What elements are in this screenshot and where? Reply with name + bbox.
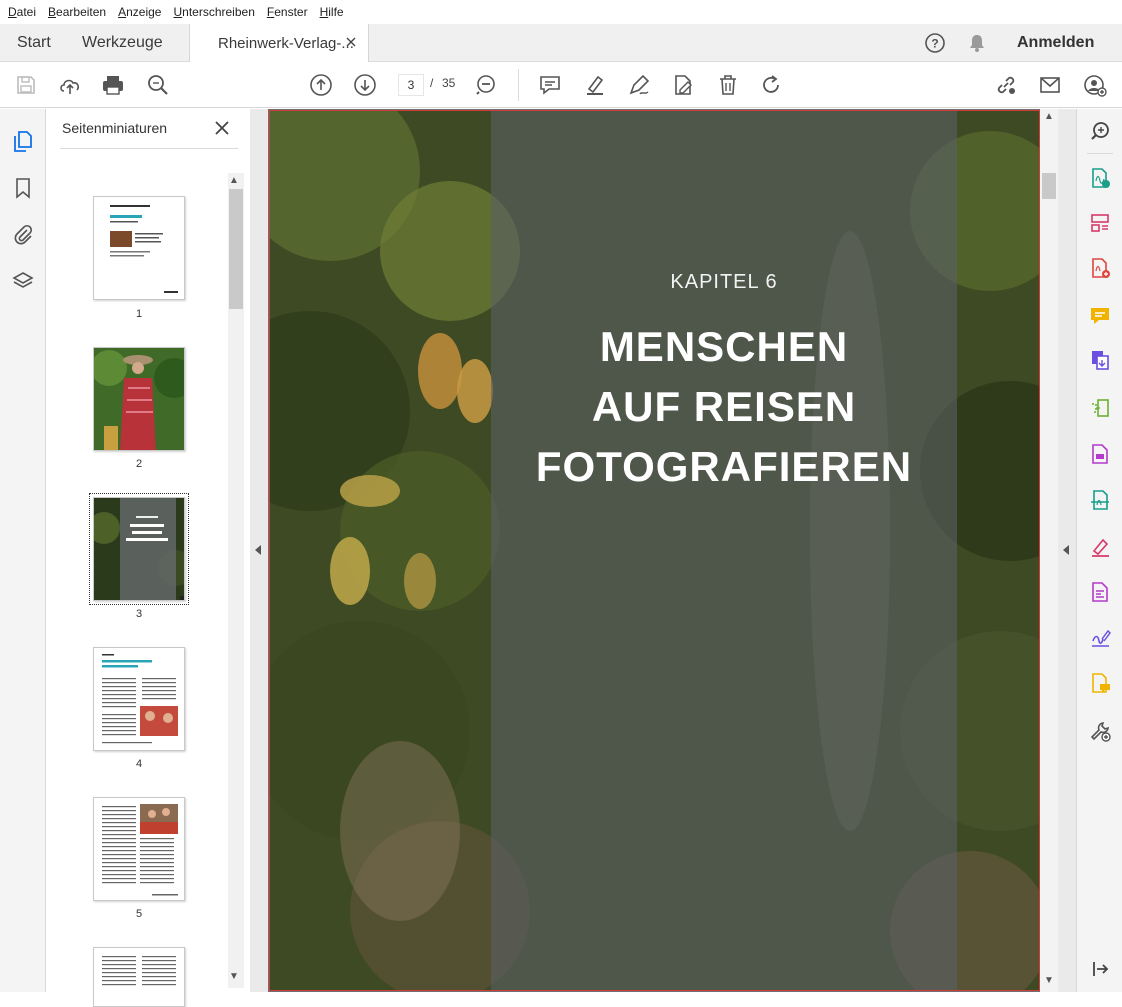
thumbnail-label-4: 4: [135, 758, 143, 770]
request-signature-icon[interactable]: [1089, 627, 1111, 649]
chapter-title-line-2: AUF REISEN: [591, 383, 857, 430]
layers-icon[interactable]: [12, 270, 34, 292]
menu-bearbeiten[interactable]: Bearbeiten: [48, 5, 106, 19]
zoom-out-icon[interactable]: [473, 72, 499, 98]
collapse-left-arrow-icon: [255, 545, 261, 555]
tab-start[interactable]: Start: [17, 24, 51, 62]
thumbnails-scrollbar-thumb[interactable]: [229, 189, 243, 309]
thumbnail-page-5[interactable]: [93, 797, 185, 901]
page-thumbnails-icon[interactable]: [12, 130, 34, 152]
thumbnails-panel: Seitenminiaturen 1 2 3 4 5 ▲ ▼: [46, 109, 250, 1007]
menu-anzeige[interactable]: Anzeige: [118, 5, 161, 19]
thumbnails-panel-title: Seitenminiaturen: [62, 120, 168, 136]
scroll-down-arrow-icon[interactable]: ▼: [229, 971, 239, 982]
highlight-icon[interactable]: [582, 72, 608, 98]
combine-files-icon[interactable]: [1089, 349, 1111, 371]
document-scrollbar-thumb[interactable]: [1042, 173, 1056, 199]
right-tools-rail: [1076, 109, 1122, 992]
draw-pen-icon[interactable]: [626, 72, 652, 98]
edit-document-icon[interactable]: [670, 72, 696, 98]
chapter-title-line-1: MENSCHEN: [599, 323, 849, 370]
document-scrollbar[interactable]: ▲ ▼: [1040, 109, 1058, 992]
tab-document[interactable]: Rheinwerk-Verlag-...: [189, 24, 369, 63]
page-number-input[interactable]: 3: [398, 74, 424, 96]
compress-pdf-icon[interactable]: [1089, 397, 1111, 419]
thumbnail-page-1[interactable]: [93, 196, 185, 300]
collapse-right-arrow-icon: [1063, 545, 1069, 555]
menu-unterschreiben[interactable]: Unterschreiben: [173, 5, 254, 19]
export-pdf-icon[interactable]: [1089, 167, 1111, 189]
page-separator: /: [430, 76, 434, 90]
print-icon[interactable]: [100, 72, 126, 98]
tab-bar: Start Werkzeuge Rheinwerk-Verlag-... ? A…: [0, 24, 1122, 63]
document-page: KAPITEL 6 MENSCHEN AUF REISEN FOTOGRAFIE…: [269, 110, 1040, 991]
add-user-icon[interactable]: [1082, 72, 1108, 98]
right-rail-divider: [1087, 153, 1113, 154]
cloud-upload-icon[interactable]: [57, 72, 83, 98]
comment-tool-icon[interactable]: [1089, 305, 1111, 327]
rotate-icon[interactable]: [758, 72, 784, 98]
thumbnail-label-1: 1: [135, 308, 143, 320]
thumbnail-page-6[interactable]: [93, 947, 185, 1007]
sign-in-button[interactable]: Anmelden: [1017, 24, 1094, 62]
menu-datei[interactable]: Datei: [8, 5, 36, 19]
thumbnail-page-4[interactable]: [93, 647, 185, 751]
mail-icon[interactable]: [1037, 72, 1063, 98]
help-icon[interactable]: ?: [924, 24, 946, 62]
doc-scroll-up-arrow-icon[interactable]: ▲: [1044, 111, 1054, 122]
menu-hilfe[interactable]: Hilfe: [320, 5, 344, 19]
left-navigation-rail: [0, 109, 46, 992]
title-overlay-panel: KAPITEL 6 MENSCHEN AUF REISEN FOTOGRAFIE…: [491, 111, 957, 990]
close-panel-icon[interactable]: [214, 120, 230, 136]
thumbnails-scrollbar[interactable]: [228, 173, 244, 988]
collapse-rail-icon[interactable]: [1089, 958, 1111, 980]
create-pdf-icon[interactable]: [1089, 257, 1111, 279]
toolbar-divider: [518, 69, 519, 101]
edit-pdf-icon[interactable]: [1089, 443, 1111, 465]
page-count: 35: [442, 76, 456, 90]
left-panel-collapse-handle[interactable]: [250, 109, 268, 992]
thumbnail-label-5: 5: [135, 908, 143, 920]
scroll-up-arrow-icon[interactable]: ▲: [229, 175, 239, 186]
thumbnail-page-2[interactable]: [93, 347, 185, 451]
right-panel-collapse-handle[interactable]: [1058, 109, 1076, 992]
menu-fenster[interactable]: Fenster: [267, 5, 308, 19]
delete-icon[interactable]: [715, 72, 741, 98]
next-page-icon[interactable]: [352, 72, 378, 98]
close-tab-icon[interactable]: [344, 35, 358, 49]
thumbnail-label-2: 2: [135, 458, 143, 470]
bookmark-icon[interactable]: [12, 177, 34, 199]
attachment-icon[interactable]: [12, 223, 34, 245]
share-link-icon[interactable]: [993, 72, 1019, 98]
tab-document-label: Rheinwerk-Verlag-...: [218, 35, 354, 52]
organize-pages-icon[interactable]: [1089, 212, 1111, 234]
chapter-title-line-3: FOTOGRAFIEREN: [535, 443, 913, 490]
doc-scroll-down-arrow-icon[interactable]: ▼: [1044, 975, 1054, 986]
search-icon[interactable]: [145, 72, 171, 98]
main-toolbar: 3 / 35: [0, 62, 1122, 108]
more-tools-icon[interactable]: [1089, 720, 1111, 742]
comment-icon[interactable]: [537, 72, 563, 98]
tab-tools[interactable]: Werkzeuge: [82, 24, 163, 62]
send-comments-icon[interactable]: [1089, 672, 1111, 694]
prepare-form-icon[interactable]: [1089, 581, 1111, 603]
panel-divider: [60, 148, 238, 149]
chapter-title: MENSCHEN AUF REISEN FOTOGRAFIEREN: [491, 317, 957, 497]
chapter-label: KAPITEL 6: [670, 271, 778, 293]
zoom-search-icon[interactable]: [1089, 120, 1111, 142]
bell-icon[interactable]: [966, 24, 988, 62]
document-view[interactable]: KAPITEL 6 MENSCHEN AUF REISEN FOTOGRAFIE…: [268, 109, 1040, 992]
fill-sign-icon[interactable]: [1089, 536, 1111, 558]
save-icon[interactable]: [13, 72, 39, 98]
menu-bar: Datei Bearbeiten Anzeige Unterschreiben …: [0, 0, 1122, 24]
thumbnail-label-3: 3: [135, 608, 143, 620]
svg-text:?: ?: [931, 37, 938, 51]
thumbnail-page-3[interactable]: [89, 493, 189, 605]
previous-page-icon[interactable]: [308, 72, 334, 98]
scan-ocr-icon[interactable]: [1089, 489, 1111, 511]
